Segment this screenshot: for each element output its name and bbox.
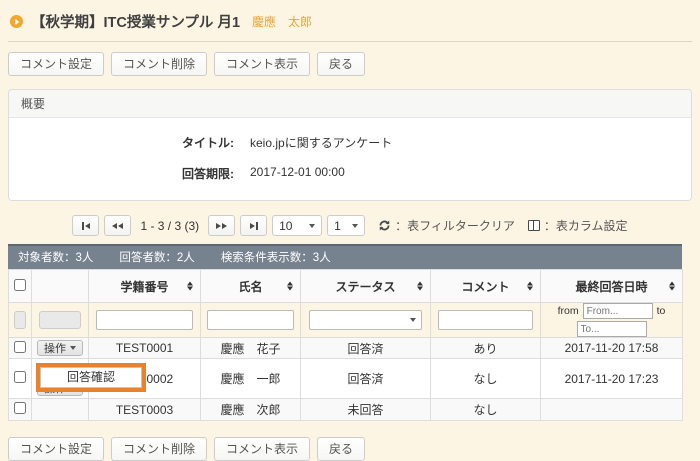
caret-down-icon	[410, 318, 416, 322]
top-toolbar: コメント設定 コメント削除 コメント表示 戻る	[8, 52, 692, 76]
select-all-cell	[9, 270, 32, 303]
column-header-student-id: 学籍番号	[89, 270, 201, 303]
comment-show-button[interactable]: コメント表示	[214, 52, 310, 76]
filter-date-to-input[interactable]	[577, 321, 647, 337]
sort-icon[interactable]	[287, 282, 293, 291]
last-answered-cell: 2017-11-20 17:23	[541, 359, 683, 399]
from-label: from	[558, 305, 579, 317]
filter-disabled-box	[39, 311, 81, 329]
name-cell: 慶應 次郎	[201, 399, 301, 421]
operation-dropdown-button[interactable]: 操作	[37, 340, 83, 356]
back-button[interactable]: 戻る	[317, 52, 365, 76]
breadcrumb: 【秋学期】ITC授業サンプル 月1 慶應 太郎	[8, 0, 692, 42]
comment-delete-button-bottom[interactable]: コメント削除	[111, 437, 207, 461]
table-row: TEST0003 慶應 次郎 未回答 なし	[9, 399, 683, 421]
filter-disabled-box	[14, 311, 26, 329]
status-cell: 回答済	[301, 338, 431, 359]
operations-header-cell	[32, 270, 89, 303]
student-id-cell: TEST0003	[89, 399, 201, 421]
last-answered-cell: 2017-11-20 17:58	[541, 338, 683, 359]
row-select-checkbox[interactable]	[14, 402, 26, 414]
teacher-name-link[interactable]: 慶應 太郎	[252, 13, 312, 30]
filter-clear-label: ：表フィルタークリア	[395, 217, 515, 234]
comment-cell: なし	[431, 359, 541, 399]
first-page-button[interactable]	[72, 215, 99, 236]
comment-settings-button[interactable]: コメント設定	[8, 52, 104, 76]
last-page-button[interactable]	[240, 215, 267, 236]
filter-clear-control: ：表フィルタークリア	[378, 217, 515, 234]
respondents-table: 学籍番号 氏名 ステータス コメント 最終回答日時	[8, 269, 683, 421]
survey-title-value: keio.jpに関するアンケート	[250, 134, 392, 151]
column-header-status: ステータス	[301, 270, 431, 303]
respondent-count: 回答者数：2人	[119, 249, 194, 265]
sort-icon[interactable]	[187, 282, 193, 291]
comment-delete-button[interactable]: コメント削除	[111, 52, 207, 76]
filter-status-select[interactable]	[309, 310, 423, 330]
filter-row: from to	[9, 303, 683, 338]
stats-bar: 対象者数：3人 回答者数：2人 検索条件表示数：3人	[8, 244, 682, 269]
deadline-field: 回答期限: 2017-12-01 00:00	[9, 165, 691, 182]
comment-cell: なし	[431, 399, 541, 421]
row-select-checkbox[interactable]	[14, 341, 26, 353]
page-size-select[interactable]: 10	[272, 215, 322, 236]
name-cell: 慶應 一郎	[201, 359, 301, 399]
comment-cell: あり	[431, 338, 541, 359]
deadline-value: 2017-12-01 00:00	[250, 165, 345, 182]
column-config-control: ：表カラム設定	[528, 217, 628, 234]
sort-icon[interactable]	[417, 282, 423, 291]
survey-title-label: タイトル:	[9, 134, 234, 151]
table-header-row: 学籍番号 氏名 ステータス コメント 最終回答日時	[9, 270, 683, 303]
next-page-button[interactable]	[208, 215, 235, 236]
filtered-count: 検索条件表示数：3人	[221, 249, 331, 265]
select-all-checkbox[interactable]	[14, 279, 26, 291]
filter-name-input[interactable]	[207, 310, 294, 330]
annotation-highlight-box: 回答確認	[36, 363, 146, 392]
page-number-select[interactable]: 1	[327, 215, 365, 236]
status-cell: 回答済	[301, 359, 431, 399]
comment-show-button-bottom[interactable]: コメント表示	[214, 437, 310, 461]
column-header-name: 氏名	[201, 270, 301, 303]
caret-down-icon	[70, 346, 76, 350]
back-button-bottom[interactable]: 戻る	[317, 437, 365, 461]
deadline-label: 回答期限:	[9, 165, 234, 182]
target-count: 対象者数：3人	[18, 249, 93, 265]
page-number-value: 1	[334, 219, 341, 233]
comment-settings-button-bottom[interactable]: コメント設定	[8, 437, 104, 461]
filter-date-from-input[interactable]	[583, 303, 653, 319]
table-columns-icon[interactable]	[528, 220, 540, 231]
page-range-text: 1 - 3 / 3 (3)	[140, 219, 199, 233]
filter-comment-input[interactable]	[438, 310, 534, 330]
filter-student-id-input[interactable]	[96, 310, 194, 330]
overview-panel-title: 概要	[9, 90, 691, 118]
column-header-last-answered: 最終回答日時	[541, 270, 683, 303]
overview-panel-body: タイトル: keio.jpに関するアンケート 回答期限: 2017-12-01 …	[9, 118, 691, 200]
status-cell: 未回答	[301, 399, 431, 421]
column-header-comment: コメント	[431, 270, 541, 303]
survey-title-field: タイトル: keio.jpに関するアンケート	[9, 134, 691, 151]
page: 【秋学期】ITC授業サンプル 月1 慶應 太郎 コメント設定 コメント削除 コメ…	[0, 0, 700, 461]
page-title: 【秋学期】ITC授業サンプル 月1	[31, 11, 240, 32]
name-cell: 慶應 花子	[201, 338, 301, 359]
menu-item-answer-check[interactable]: 回答確認	[41, 368, 141, 387]
overview-panel: 概要 タイトル: keio.jpに関するアンケート 回答期限: 2017-12-…	[8, 89, 692, 201]
refresh-icon[interactable]	[378, 219, 391, 232]
operation-dropdown-menu: 回答確認	[40, 367, 142, 388]
prev-page-button[interactable]	[104, 215, 131, 236]
caret-down-icon	[352, 224, 358, 228]
column-config-label: ：表カラム設定	[544, 217, 628, 234]
sort-icon[interactable]	[669, 282, 675, 291]
pagination-bar: 1 - 3 / 3 (3) 10 1 ：表フィルタークリア ：表カラ	[8, 215, 692, 236]
breadcrumb-chevron-icon	[10, 15, 23, 28]
filter-date-range: from to	[541, 303, 682, 337]
page-size-value: 10	[279, 219, 292, 233]
bottom-toolbar: コメント設定 コメント削除 コメント表示 戻る	[8, 437, 692, 461]
table-row: 操作 回答確認 TEST0001 慶應 花子 回答済 あり 2017-11-20…	[9, 338, 683, 359]
caret-down-icon	[309, 224, 315, 228]
to-label: to	[657, 305, 666, 317]
last-answered-cell	[541, 399, 683, 421]
sort-icon[interactable]	[527, 282, 533, 291]
row-select-checkbox[interactable]	[14, 371, 26, 383]
student-id-cell: TEST0001	[89, 338, 201, 359]
